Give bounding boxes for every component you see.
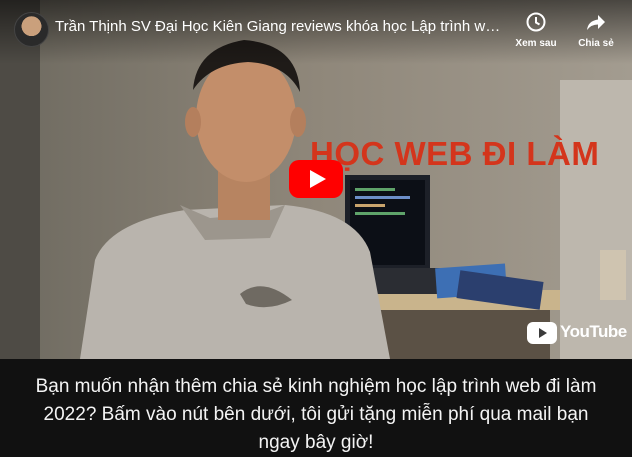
youtube-logo-text: YouTube (560, 322, 627, 341)
video-player[interactable]: Trần Thịnh SV Đại Học Kiên Giang reviews… (0, 0, 632, 359)
cta-section: Bạn muốn nhận thêm chia sẻ kinh nghiệm h… (0, 359, 632, 453)
clock-icon (526, 12, 546, 32)
play-button[interactable] (289, 160, 343, 198)
cta-message: Bạn muốn nhận thêm chia sẻ kinh nghiệm h… (35, 376, 597, 453)
video-title[interactable]: Trần Thịnh SV Đại Học Kiên Giang reviews… (55, 18, 505, 35)
watch-later-button[interactable]: Xem sau (512, 10, 560, 54)
share-icon (586, 12, 606, 32)
youtube-logo[interactable]: YouTube (527, 320, 627, 346)
watch-later-label: Xem sau (515, 38, 557, 49)
channel-avatar[interactable] (14, 12, 49, 47)
video-overlay-text: HỌC WEB ĐI LÀM (310, 135, 600, 172)
share-button[interactable]: Chia sẻ (572, 10, 620, 54)
share-label: Chia sẻ (578, 38, 614, 49)
